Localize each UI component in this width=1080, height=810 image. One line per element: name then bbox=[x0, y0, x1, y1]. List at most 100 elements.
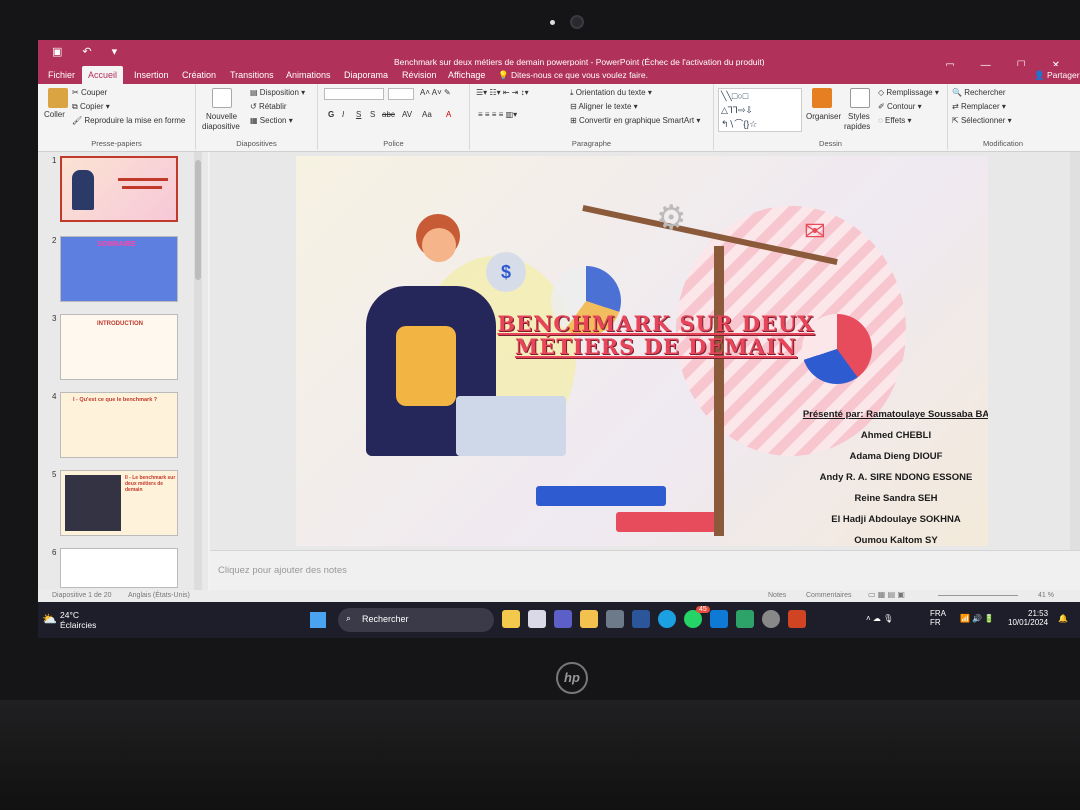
slide-scrollbar[interactable] bbox=[1070, 152, 1080, 550]
slide-thumbnail-2[interactable]: SOMMAIRE bbox=[60, 236, 178, 302]
thumb-number: 2 bbox=[52, 236, 57, 245]
reset-button[interactable]: ↺ Rétablir bbox=[250, 102, 287, 111]
tab-fichier[interactable]: Fichier bbox=[44, 68, 79, 82]
share-button[interactable]: 👤 Partager bbox=[1034, 70, 1080, 81]
new-slide-icon[interactable] bbox=[212, 88, 232, 108]
copy-button[interactable]: ⧉ Copier ▾ bbox=[72, 102, 110, 112]
search-label: Rechercher bbox=[362, 614, 409, 624]
replace-button[interactable]: ⇄ Remplacer ▾ bbox=[952, 102, 1006, 111]
quick-styles-button-2[interactable]: rapides bbox=[844, 122, 870, 131]
tab-transitions[interactable]: Transitions bbox=[226, 68, 278, 82]
new-slide-label-2[interactable]: diapositive bbox=[202, 122, 240, 131]
notes-toggle[interactable]: Notes bbox=[768, 592, 786, 599]
thumbnail-scrollbar[interactable] bbox=[194, 152, 202, 600]
tell-me-box[interactable]: 💡 Dites-nous ce que vous voulez faire. bbox=[498, 70, 648, 81]
italic-button[interactable]: I bbox=[342, 110, 344, 119]
grow-font-icon[interactable]: A˄ A˅ ✎ bbox=[420, 88, 451, 97]
find-button[interactable]: 🔍 Rechercher bbox=[952, 88, 1006, 97]
font-color-button[interactable]: A bbox=[446, 110, 451, 119]
search-icon: ⌕ bbox=[346, 613, 352, 623]
new-slide-label[interactable]: Nouvelle bbox=[206, 112, 237, 121]
font-size-input[interactable] bbox=[388, 88, 414, 100]
store-icon[interactable] bbox=[606, 610, 624, 628]
language-switch[interactable]: FRA FR bbox=[930, 609, 946, 627]
customize-icon[interactable]: ▾ bbox=[112, 45, 118, 58]
tab-accueil[interactable]: Accueil bbox=[82, 66, 124, 84]
save-icon[interactable]: ▣ bbox=[52, 45, 62, 58]
tray-icons[interactable]: ˄ ☁ 🎙 bbox=[866, 614, 893, 623]
weather-icon[interactable]: ⛅ bbox=[42, 612, 57, 626]
notification-bell-icon[interactable]: 🔔 bbox=[1058, 614, 1068, 623]
screen: ▣ ↶ ▾ Benchmark sur deux métiers de dema… bbox=[38, 40, 1080, 638]
paste-icon[interactable] bbox=[48, 88, 68, 108]
paste-button[interactable]: Coller bbox=[44, 110, 65, 119]
laptop-illustration bbox=[456, 396, 566, 456]
file-explorer-icon[interactable] bbox=[580, 610, 598, 628]
slide-title-line-1: BENCHMARK SUR DEUX bbox=[497, 311, 815, 336]
text-direction-button[interactable]: ⤓ Orientation du texte ▾ bbox=[570, 88, 652, 98]
slide-thumbnail-3[interactable]: INTRODUCTION bbox=[60, 314, 178, 380]
thumb-number: 4 bbox=[52, 392, 57, 401]
clock[interactable]: 21:53 10/01/2024 bbox=[1008, 609, 1048, 627]
shadow-button[interactable]: S bbox=[370, 110, 375, 119]
smartart-button[interactable]: ⊞ Convertir en graphique SmartArt ▾ bbox=[570, 116, 700, 125]
slide-thumbnail-1[interactable] bbox=[60, 156, 178, 222]
font-name-input[interactable] bbox=[324, 88, 384, 100]
vscode-icon[interactable] bbox=[710, 610, 728, 628]
change-case-button[interactable]: Aa bbox=[422, 110, 432, 119]
tab-creation[interactable]: Création bbox=[178, 68, 220, 82]
slide-thumbnail-5[interactable]: II - Le benchmark sur deux métiers de de… bbox=[60, 470, 178, 536]
bullets-icon[interactable]: ☰▾ ☷▾ ⇤ ⇥ ↕▾ bbox=[476, 88, 529, 97]
edge-icon[interactable] bbox=[658, 610, 676, 628]
view-buttons[interactable]: ▭ ▦ ▤ ▣ bbox=[868, 590, 905, 599]
zoom-slider[interactable] bbox=[938, 595, 1018, 596]
comments-toggle[interactable]: Commentaires bbox=[806, 592, 852, 599]
format-painter-button[interactable]: 🖌 Reproduire la mise en forme bbox=[72, 116, 185, 125]
arrange-icon[interactable] bbox=[812, 88, 832, 108]
bold-button[interactable]: G bbox=[328, 110, 334, 119]
settings-icon[interactable] bbox=[762, 610, 780, 628]
slide-thumbnail-4[interactable]: I - Qu'est ce que le benchmark ? bbox=[60, 392, 178, 458]
mail-icon: ✉ bbox=[804, 216, 826, 246]
shape-effects-button[interactable]: ◌ Effets ▾ bbox=[878, 116, 912, 125]
tab-insertion[interactable]: Insertion bbox=[130, 68, 173, 82]
char-spacing-button[interactable]: AV bbox=[402, 110, 412, 119]
select-button[interactable]: ⇱ Sélectionner ▾ bbox=[952, 116, 1012, 125]
quick-styles-button[interactable]: Styles bbox=[848, 112, 870, 121]
cut-button[interactable]: ✂ Couper bbox=[72, 88, 107, 97]
shape-outline-button[interactable]: ✐ Contour ▾ bbox=[878, 102, 922, 111]
zoom-level[interactable]: 41 % bbox=[1038, 592, 1054, 599]
arrange-button[interactable]: Organiser bbox=[806, 112, 841, 121]
tab-revision[interactable]: Révision bbox=[398, 68, 441, 82]
powerpoint-icon[interactable] bbox=[788, 610, 806, 628]
layout-button[interactable]: ▤ Disposition ▾ bbox=[250, 88, 305, 97]
underline-button[interactable]: S bbox=[356, 110, 361, 119]
taskbar-search[interactable]: ⌕ Rechercher bbox=[338, 608, 494, 632]
word-icon[interactable] bbox=[632, 610, 650, 628]
slide-title[interactable]: BENCHMARK SUR DEUX MÉTIERS DE DEMAIN bbox=[446, 312, 866, 358]
teams-icon[interactable] bbox=[554, 610, 572, 628]
strikethrough-button[interactable]: abc bbox=[382, 110, 395, 119]
task-view-icon[interactable] bbox=[528, 610, 546, 628]
align-text-button[interactable]: ⊟ Aligner le texte ▾ bbox=[570, 102, 638, 111]
shapes-gallery[interactable]: ╲╲□○□ △⅂⅂⇨⇩ ↰∖⌒{}☆ bbox=[718, 88, 802, 132]
network-volume-battery-icons[interactable]: 📶 🔊 🔋 bbox=[960, 614, 994, 623]
weather-widget[interactable]: 24°C Éclaircies bbox=[60, 610, 96, 630]
ribbon-tabs: Fichier Accueil Insertion Création Trans… bbox=[38, 66, 1080, 84]
undo-icon[interactable]: ↶ bbox=[82, 45, 91, 58]
shape-fill-button[interactable]: ◇ Remplissage ▾ bbox=[878, 88, 939, 97]
alignment-icons[interactable]: ≡ ≡ ≡ ≡ ▥▾ bbox=[478, 110, 517, 119]
section-button[interactable]: ▦ Section ▾ bbox=[250, 116, 293, 125]
quick-styles-icon[interactable] bbox=[850, 88, 870, 108]
start-icon[interactable] bbox=[310, 612, 326, 628]
tab-diaporama[interactable]: Diaporama bbox=[340, 68, 392, 82]
widgets-icon[interactable] bbox=[502, 610, 520, 628]
tab-animations[interactable]: Animations bbox=[282, 68, 335, 82]
language-indicator[interactable]: Anglais (États-Unis) bbox=[128, 592, 190, 599]
authors-textbox[interactable]: Présenté par: Ramatoulaye Soussaba BA Ah… bbox=[776, 404, 988, 546]
slide-thumbnail-6[interactable] bbox=[60, 548, 178, 588]
app-icon[interactable] bbox=[736, 610, 754, 628]
current-slide[interactable]: ⚙ ✉ $ BENCHMARK SUR DEUX MÉTIERS DE DEMA… bbox=[296, 156, 988, 546]
scrollbar-thumb[interactable] bbox=[195, 160, 201, 280]
tab-affichage[interactable]: Affichage bbox=[444, 68, 489, 82]
